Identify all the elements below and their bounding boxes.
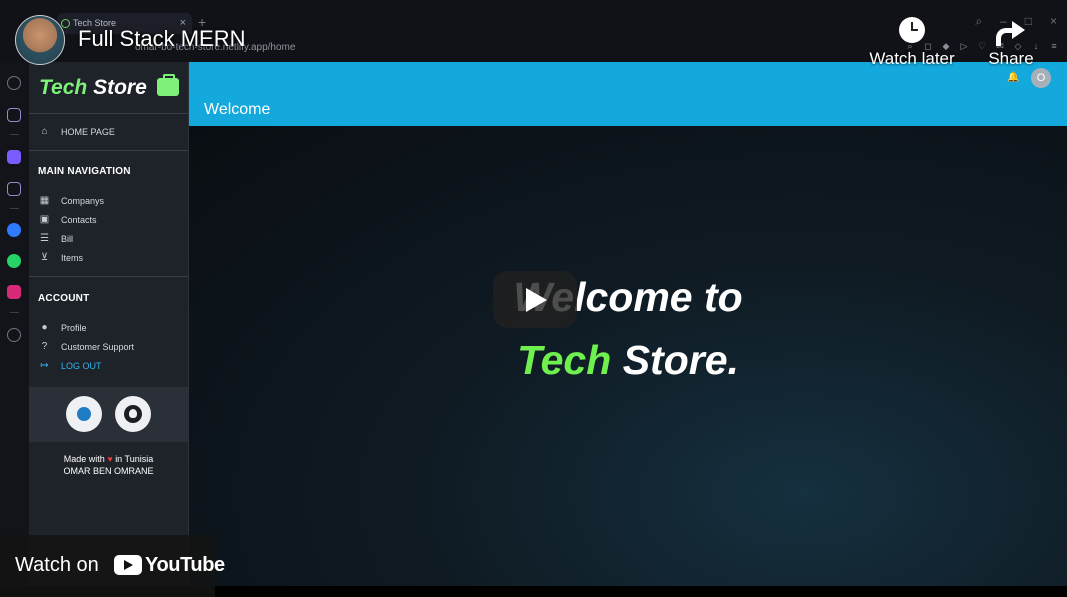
logout-button[interactable]: ↦ LOG OUT — [39, 358, 102, 374]
user-icon: ● — [41, 322, 48, 333]
sidebar-item-label: Bill — [61, 234, 74, 244]
video-embed-screen: Tech Store × + omar-bo-tech-store.netlif… — [0, 0, 1067, 597]
author-name: OMAR BEN OMRANE — [63, 466, 154, 476]
app-sidebar: Tech Store ⌂ HOME PAGE MAIN NAVIGATION ▦… — [29, 62, 189, 587]
sidebar-item-label: Items — [61, 253, 84, 263]
browser-side-rail — [0, 62, 29, 597]
divider — [29, 150, 188, 151]
brand-logo[interactable]: Tech Store — [39, 74, 179, 100]
sidebar-item-bill[interactable]: ☰ Bill — [39, 231, 73, 247]
circle-icon — [77, 407, 91, 421]
page-title: Welcome — [204, 101, 271, 118]
sidebar-item-label: Companys — [61, 196, 105, 206]
speed-dial-icon[interactable] — [7, 76, 21, 90]
instagram-icon[interactable] — [7, 285, 21, 299]
gamepad-icon[interactable] — [7, 182, 21, 196]
share-label: Share — [988, 49, 1034, 68]
made-in-text: in Tunisia — [115, 454, 154, 464]
rail-divider — [10, 312, 19, 313]
account-title: ACCOUNT — [38, 293, 90, 304]
youtube-wordmark: YouTube — [145, 554, 225, 576]
welcome-main: Welcome to Tech Store. — [189, 126, 1067, 586]
clock-icon — [899, 17, 925, 43]
sidebar-item-support[interactable]: ? Customer Support — [39, 339, 134, 355]
rail-divider — [10, 134, 19, 135]
bag-icon[interactable] — [7, 108, 21, 122]
github-icon — [124, 405, 142, 423]
sidebar-item-contacts[interactable]: ▣ Contacts — [39, 212, 97, 228]
hero-tech: Tech — [517, 337, 612, 383]
youtube-logo-icon — [114, 555, 142, 575]
tab-favicon-icon — [61, 19, 70, 28]
github-button[interactable] — [115, 396, 151, 432]
made-with-text: Made with — [63, 454, 105, 464]
channel-avatar[interactable] — [15, 15, 65, 65]
video-title[interactable]: Full Stack MERN — [78, 26, 245, 52]
share-icon — [996, 19, 1026, 46]
social-links — [29, 387, 188, 442]
sidebar-item-companys[interactable]: ▦ Companys — [39, 193, 104, 209]
brand-first: Tech — [39, 76, 88, 99]
hero-line-2: Tech Store. — [189, 329, 1067, 392]
watch-later-label: Watch later — [869, 49, 955, 68]
logout-label: LOG OUT — [61, 361, 102, 371]
home-icon[interactable] — [7, 150, 21, 164]
sidebar-item-label: HOME PAGE — [61, 127, 115, 137]
main-navigation-title: MAIN NAVIGATION — [38, 166, 131, 177]
sidebar-item-items[interactable]: ⊻ Items — [39, 250, 83, 266]
hero-text: Welcome to Tech Store. — [189, 266, 1067, 392]
hero-store: Store. — [622, 337, 739, 383]
sidebar-item-label: Contacts — [61, 215, 97, 225]
hero-line-1: Welcome to — [513, 274, 743, 320]
home-icon: ⌂ — [41, 126, 48, 137]
website-button[interactable] — [66, 396, 102, 432]
whatsapp-icon[interactable] — [7, 254, 21, 268]
history-icon[interactable] — [7, 328, 21, 342]
list-icon: ☰ — [40, 233, 49, 244]
watch-on-youtube-button[interactable]: Watch on YouTube — [0, 535, 225, 597]
contact-card-icon: ▣ — [39, 214, 50, 225]
cart-icon: ⊻ — [40, 252, 49, 263]
sidebar-item-label: Customer Support — [61, 342, 135, 352]
divider — [29, 276, 188, 277]
divider — [29, 113, 188, 114]
briefcase-icon — [156, 74, 179, 96]
sidebar-item-home[interactable]: ⌂ HOME PAGE — [39, 124, 115, 140]
play-button[interactable] — [493, 271, 577, 328]
sidebar-item-label: Profile — [61, 323, 87, 333]
help-icon: ? — [41, 341, 48, 352]
brand-second: Store — [93, 76, 147, 99]
bell-icon[interactable]: 🔔 — [1007, 72, 1019, 83]
share-button[interactable]: Share — [966, 15, 1056, 69]
watch-on-label: Watch on — [15, 554, 99, 576]
avatar[interactable]: O — [1031, 68, 1051, 88]
watch-later-button[interactable]: Watch later — [867, 15, 957, 69]
rail-divider — [10, 208, 19, 209]
logout-icon: ↦ — [40, 360, 49, 371]
building-icon: ▦ — [39, 195, 50, 206]
heart-icon: ♥ — [107, 454, 113, 464]
app-header: Welcome 🔔 O — [189, 62, 1067, 126]
messenger-icon[interactable] — [7, 223, 21, 237]
sidebar-item-profile[interactable]: ● Profile — [39, 320, 87, 336]
made-with-footer: Made with ♥ in Tunisia OMAR BEN OMRANE — [29, 453, 188, 477]
